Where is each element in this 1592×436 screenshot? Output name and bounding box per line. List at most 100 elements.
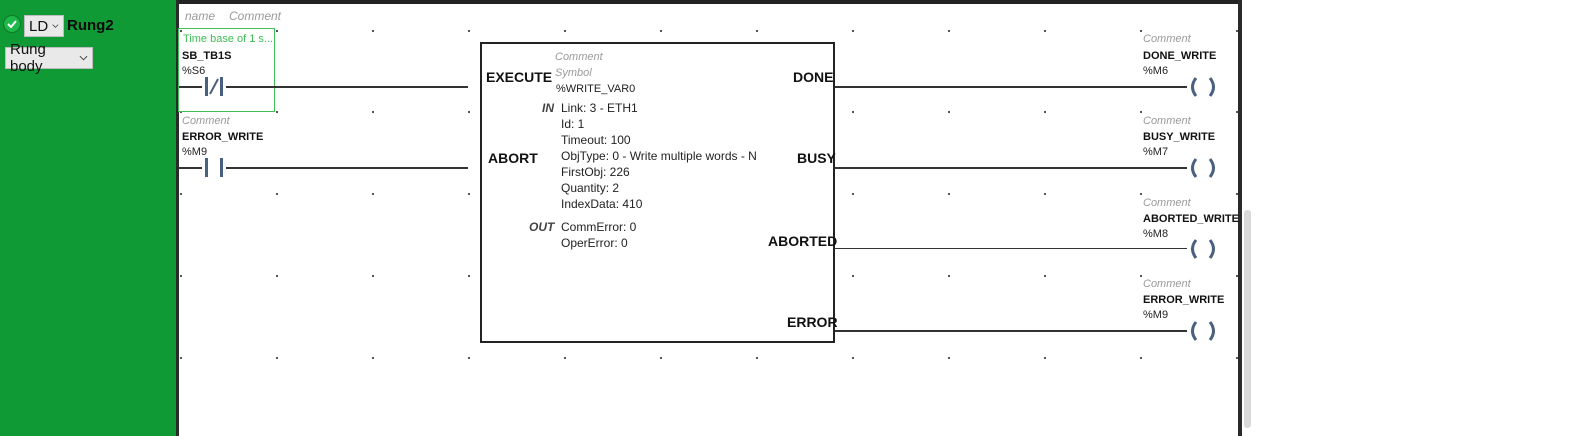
fb-comment[interactable]: Comment bbox=[555, 51, 603, 63]
grid-dot bbox=[180, 275, 182, 277]
fb-output-error: ERROR bbox=[787, 314, 838, 330]
contact-label[interactable]: ERROR_WRITE bbox=[182, 131, 263, 143]
grid-dot bbox=[1044, 193, 1046, 195]
grid-dot bbox=[852, 193, 854, 195]
grid-dot bbox=[1236, 111, 1238, 113]
language-select[interactable]: LD bbox=[24, 15, 64, 37]
wire bbox=[835, 167, 1187, 169]
grid-dot bbox=[180, 357, 182, 359]
coil-icon[interactable] bbox=[1187, 76, 1223, 98]
contact-comment[interactable]: Time base of 1 s... bbox=[183, 33, 273, 45]
fb-output-busy: BUSY bbox=[797, 150, 836, 166]
coil-label[interactable]: ERROR_WRITE bbox=[1143, 294, 1224, 306]
coil-icon[interactable] bbox=[1187, 320, 1223, 342]
grid-dot bbox=[564, 357, 566, 359]
grid-dot bbox=[276, 111, 278, 113]
contact-label[interactable]: SB_TB1S bbox=[182, 50, 232, 62]
vertical-scrollbar[interactable] bbox=[1244, 210, 1251, 428]
grid-dot bbox=[372, 111, 374, 113]
contact-comment[interactable]: Comment bbox=[182, 115, 230, 127]
coil-comment[interactable]: Comment bbox=[1143, 115, 1191, 127]
grid-dot bbox=[468, 30, 470, 32]
fb-symbol-label: Symbol bbox=[555, 67, 592, 79]
coil-icon[interactable] bbox=[1187, 157, 1223, 179]
grid-dot bbox=[852, 30, 854, 32]
grid-dot bbox=[468, 111, 470, 113]
chevron-down-icon bbox=[52, 24, 59, 28]
wire bbox=[835, 330, 1187, 332]
fb-in-label: IN bbox=[542, 101, 554, 115]
grid-dot bbox=[756, 357, 758, 359]
fb-param-objtype[interactable]: ObjType: 0 - Write multiple words - N bbox=[561, 149, 756, 165]
grid-dot bbox=[372, 30, 374, 32]
grid-dot bbox=[468, 357, 470, 359]
grid-dot bbox=[1140, 111, 1142, 113]
fb-param-opererror: OperError: 0 bbox=[561, 236, 628, 250]
fb-in-params: Link: 3 - ETH1 Id: 1 Timeout: 100 ObjTyp… bbox=[561, 101, 756, 213]
fb-out-label: OUT bbox=[529, 220, 555, 234]
grid-dot bbox=[1140, 193, 1142, 195]
grid-dot bbox=[660, 357, 662, 359]
grid-dot bbox=[948, 30, 950, 32]
grid-dot bbox=[948, 275, 950, 277]
nc-contact-icon[interactable] bbox=[202, 76, 226, 98]
fb-instance-name[interactable]: %WRITE_VAR0 bbox=[556, 83, 635, 95]
rung-comment-field[interactable]: Comment bbox=[229, 9, 281, 23]
fb-param-timeout[interactable]: Timeout: 100 bbox=[561, 133, 756, 149]
fb-out-params: CommError: 0 OperError: 0 bbox=[561, 220, 636, 252]
grid-dot bbox=[1044, 357, 1046, 359]
fb-param-firstobj[interactable]: FirstObj: 226 bbox=[561, 165, 756, 181]
grid-dot bbox=[1236, 357, 1238, 359]
coil-icon[interactable] bbox=[1187, 238, 1223, 260]
coil-label[interactable]: BUSY_WRITE bbox=[1143, 131, 1215, 143]
coil-address[interactable]: %M6 bbox=[1143, 65, 1168, 77]
coil-comment[interactable]: Comment bbox=[1143, 197, 1191, 209]
fb-output-done: DONE bbox=[793, 69, 834, 85]
fb-param-quantity[interactable]: Quantity: 2 bbox=[561, 181, 756, 197]
grid-dot bbox=[1140, 275, 1142, 277]
fb-param-link[interactable]: Link: 3 - ETH1 bbox=[561, 101, 756, 117]
grid-dot bbox=[852, 275, 854, 277]
coil-address[interactable]: %M8 bbox=[1143, 228, 1168, 240]
wire bbox=[179, 167, 202, 169]
grid-dot bbox=[1140, 30, 1142, 32]
grid-dot bbox=[372, 193, 374, 195]
grid-dot bbox=[276, 357, 278, 359]
grid-dot bbox=[468, 193, 470, 195]
coil-comment[interactable]: Comment bbox=[1143, 33, 1191, 45]
coil-comment[interactable]: Comment bbox=[1143, 278, 1191, 290]
no-contact-icon[interactable] bbox=[202, 157, 226, 179]
grid-dot bbox=[1044, 30, 1046, 32]
rung-name-field[interactable]: name bbox=[185, 9, 215, 23]
language-value: LD bbox=[29, 17, 49, 35]
chevron-down-icon bbox=[79, 55, 88, 61]
editor-top-border bbox=[176, 0, 1239, 4]
grid-dot bbox=[852, 111, 854, 113]
grid-dot bbox=[1236, 193, 1238, 195]
coil-address[interactable]: %M9 bbox=[1143, 309, 1168, 321]
rung-enabled-check-icon[interactable] bbox=[3, 15, 21, 33]
fb-param-commerror: CommError: 0 bbox=[561, 220, 637, 234]
fb-output-aborted: ABORTED bbox=[768, 233, 838, 249]
grid-dot bbox=[948, 357, 950, 359]
coil-label[interactable]: ABORTED_WRITE bbox=[1143, 213, 1239, 225]
coil-address[interactable]: %M7 bbox=[1143, 146, 1168, 158]
grid-dot bbox=[372, 275, 374, 277]
grid-dot bbox=[276, 193, 278, 195]
section-select[interactable]: Rung body bbox=[5, 41, 93, 75]
fb-input-abort: ABORT bbox=[488, 150, 538, 166]
fb-param-indexdata[interactable]: IndexData: 410 bbox=[561, 197, 756, 213]
grid-dot bbox=[1236, 275, 1238, 277]
wire bbox=[835, 86, 1187, 88]
wire bbox=[835, 248, 1187, 249]
grid-dot bbox=[372, 357, 374, 359]
grid-dot bbox=[852, 357, 854, 359]
coil-label[interactable]: DONE_WRITE bbox=[1143, 50, 1216, 62]
grid-dot bbox=[276, 275, 278, 277]
grid-dot bbox=[1044, 111, 1046, 113]
rung-title: Rung2 bbox=[67, 17, 114, 34]
grid-dot bbox=[276, 30, 278, 32]
grid-dot bbox=[468, 275, 470, 277]
fb-param-id[interactable]: Id: 1 bbox=[561, 117, 756, 133]
grid-dot bbox=[948, 111, 950, 113]
